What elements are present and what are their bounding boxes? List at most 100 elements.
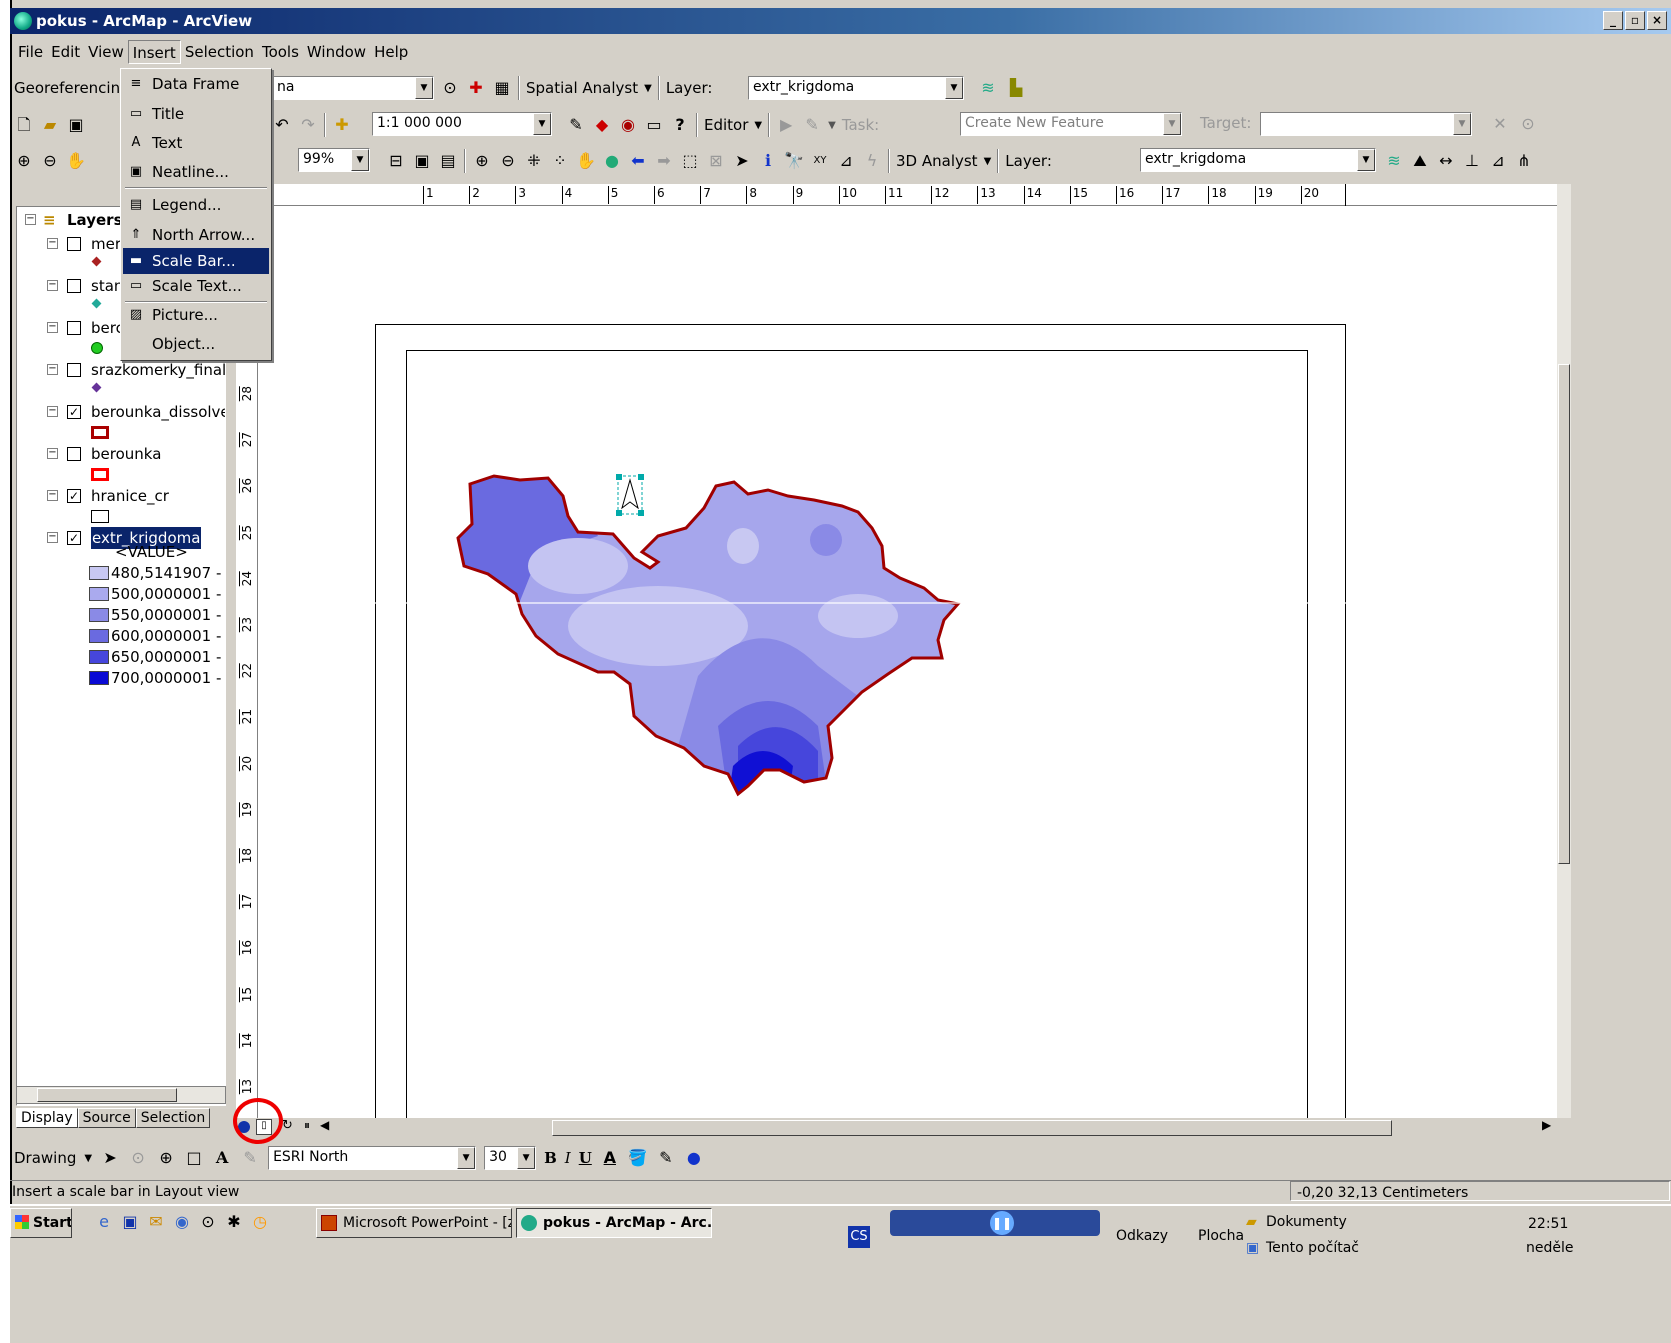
font-size-combo[interactable]: 30 ▼ (484, 1146, 537, 1170)
select-features-icon[interactable]: ⬚ (680, 151, 700, 171)
taskbar-arcmap[interactable]: pokus - ArcMap - Arc... (516, 1208, 712, 1238)
histogram-icon[interactable]: ▙ (1006, 78, 1026, 98)
forward-icon[interactable]: ➡ (654, 151, 674, 171)
menu-item-picture[interactable]: ▨ Picture... (123, 302, 269, 328)
font-color-icon[interactable]: A (600, 1148, 620, 1168)
layer-visibility-checkbox[interactable] (67, 237, 81, 251)
menu-edit[interactable]: Edit (47, 40, 84, 64)
collapse-icon[interactable]: − (25, 214, 36, 225)
interpolate-line-icon[interactable]: ⊿ (1488, 151, 1508, 171)
collapse-icon[interactable]: − (47, 406, 58, 417)
layout-view[interactable] (258, 206, 1557, 1118)
steepest-path-icon[interactable]: ⛰ (1410, 151, 1430, 171)
interpolate-point-icon[interactable]: ⊥ (1462, 151, 1482, 171)
editor-menu[interactable]: Editor (704, 116, 748, 134)
pause-draw-icon[interactable]: ⏸ (304, 1118, 310, 1133)
callout-icon[interactable]: ✎ (240, 1148, 260, 1168)
minimize-button[interactable]: _ (1603, 11, 1623, 30)
contour-icon[interactable]: ≋ (978, 78, 998, 98)
menu-item-neatline[interactable]: ▣ Neatline... (123, 159, 269, 185)
scroll-left-icon[interactable]: ◀ (320, 1118, 329, 1132)
new-text-icon[interactable]: A (212, 1148, 232, 1168)
rotate-element-icon[interactable]: ⊙ (128, 1148, 148, 1168)
sketch-tool-icon[interactable]: ✎ (802, 115, 822, 135)
menu-item-text[interactable]: A Text (123, 130, 269, 156)
italic-button[interactable]: I (565, 1149, 571, 1167)
contour-3d-icon[interactable]: ≋ (1384, 151, 1404, 171)
menu-item-scale-text[interactable]: ▭ Scale Text... (123, 273, 269, 299)
go-to-xy-icon[interactable]: XY (810, 151, 830, 171)
scroll-thumb[interactable] (1558, 364, 1570, 864)
layer-visibility-checkbox[interactable]: ✓ (67, 405, 81, 419)
outlook-icon[interactable]: ✉ (146, 1212, 166, 1232)
toggle-draft-icon[interactable]: ⊟ (386, 151, 406, 171)
collapse-icon[interactable]: − (47, 490, 58, 501)
pause-icon[interactable]: ❚❚ (990, 1211, 1014, 1235)
tab-selection[interactable]: Selection (135, 1108, 211, 1128)
interpolate-polygon-icon[interactable]: ⋔ (1514, 151, 1534, 171)
language-indicator[interactable]: CS (848, 1226, 870, 1248)
maximize-button[interactable]: ▫ (1625, 11, 1645, 30)
toc-horizontal-scrollbar[interactable] (16, 1086, 226, 1104)
rotate-icon[interactable]: ⊙ (440, 78, 460, 98)
zoom-in-page-icon[interactable]: ⊕ (14, 151, 34, 171)
collapse-icon[interactable]: − (47, 532, 58, 543)
documents-shortcut[interactable]: ▰ Dokumenty (1246, 1214, 1347, 1230)
zoom-percent-combo[interactable]: 99% ▼ (298, 148, 370, 172)
back-icon[interactable]: ⬅ (628, 151, 648, 171)
berounka-map[interactable] (258, 206, 1557, 1118)
clock-icon[interactable]: ◷ (250, 1212, 270, 1232)
select-elements-icon[interactable]: ➤ (732, 151, 752, 171)
catalog-icon[interactable]: ◉ (618, 115, 638, 135)
media-icon[interactable]: ◉ (172, 1212, 192, 1232)
dropdown-arrow-icon[interactable]: ▼ (828, 120, 836, 131)
measure-icon[interactable]: ⊿ (836, 151, 856, 171)
rotate-tool-icon[interactable]: ⊙ (1518, 114, 1538, 134)
target-combo[interactable]: ▼ (1260, 112, 1472, 136)
collapse-icon[interactable]: − (47, 322, 58, 333)
layer-visibility-checkbox[interactable] (67, 321, 81, 335)
open-icon[interactable]: ▰ (40, 115, 60, 135)
drawing-menu[interactable]: Drawing (14, 1149, 76, 1167)
find-icon[interactable]: 🔭 (784, 151, 804, 171)
spatial-layer-combo[interactable]: extr_krigdoma ▼ (748, 76, 964, 100)
layer-visibility-checkbox[interactable]: ✓ (67, 489, 81, 503)
menu-item-object[interactable]: Object... (123, 331, 269, 357)
menu-tools[interactable]: Tools (258, 40, 303, 64)
spatial-analyst-menu[interactable]: Spatial Analyst (526, 79, 638, 97)
add-control-points-icon[interactable]: ✚ (466, 78, 486, 98)
whats-this-icon[interactable]: ? (670, 115, 690, 135)
layer-visibility-checkbox[interactable] (67, 279, 81, 293)
media-player-controls[interactable]: ❚❚ (890, 1210, 1100, 1236)
clear-selection-icon[interactable]: ⊠ (706, 151, 726, 171)
taskbar-powerpoint[interactable]: Microsoft PowerPoint - [z... (316, 1208, 512, 1238)
collapse-icon[interactable]: − (47, 238, 58, 249)
editor-toolbar-icon[interactable]: ✎ (566, 115, 586, 135)
pan-icon[interactable]: ✋ (576, 151, 596, 171)
dropdown-arrow-icon[interactable]: ▼ (754, 120, 762, 131)
full-extent-icon[interactable]: ● (602, 151, 622, 171)
zoom-out-icon[interactable]: ⊖ (498, 151, 518, 171)
north-arrow-element[interactable] (616, 474, 644, 516)
start-button[interactable]: Start (10, 1208, 72, 1238)
layer-visibility-checkbox[interactable]: ✓ (67, 531, 81, 545)
split-tool-icon[interactable]: ✕ (1490, 114, 1510, 134)
refresh-icon[interactable]: ↻ (282, 1118, 293, 1133)
layer-visibility-checkbox[interactable] (67, 363, 81, 377)
georeferencing-menu[interactable]: Georeferencing (14, 79, 130, 97)
fixed-zoom-in-icon[interactable]: ⁜ (524, 151, 544, 171)
rectangle-icon[interactable]: □ (184, 1148, 204, 1168)
map-scale-combo[interactable]: 1:1 000 000 ▼ (372, 112, 552, 136)
select-elements-icon[interactable]: ➤ (100, 1148, 120, 1168)
scroll-thumb[interactable] (37, 1088, 177, 1102)
line-color-icon[interactable]: ✎ (656, 1148, 676, 1168)
3d-analyst-menu[interactable]: 3D Analyst (896, 152, 978, 170)
desktop-toolbar[interactable]: Plocha (1198, 1228, 1244, 1244)
collapse-icon[interactable]: − (47, 448, 58, 459)
menu-item-data-frame[interactable]: ≡ Data Frame (123, 71, 269, 97)
collapse-icon[interactable]: − (47, 280, 58, 291)
save-disk-icon[interactable]: ▣ (120, 1212, 140, 1232)
tools-icon[interactable]: ✱ (224, 1212, 244, 1232)
identify-icon[interactable]: ℹ (758, 151, 778, 171)
menu-item-title[interactable]: ▭ Title (123, 101, 269, 127)
